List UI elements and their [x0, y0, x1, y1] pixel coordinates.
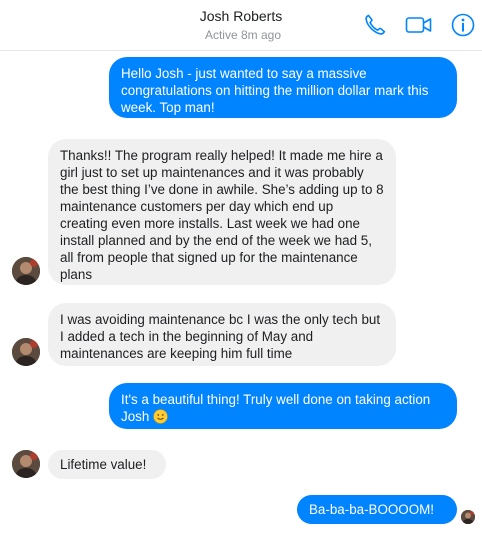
- outgoing-message[interactable]: It's a beautiful thing! Truly well done …: [109, 383, 457, 429]
- message-text: Thanks!! The program really helped! It m…: [60, 148, 384, 282]
- incoming-message[interactable]: Lifetime value!: [48, 450, 166, 479]
- contact-avatar[interactable]: [12, 450, 40, 478]
- slightly-smiling-face-icon: [153, 409, 168, 424]
- outgoing-message[interactable]: Hello Josh - just wanted to say a massiv…: [109, 57, 457, 118]
- phone-icon[interactable]: [362, 12, 388, 38]
- info-icon[interactable]: [450, 12, 476, 38]
- outgoing-message[interactable]: Ba-ba-ba-BOOOOM!: [297, 495, 457, 524]
- contact-avatar[interactable]: [12, 338, 40, 366]
- message-text: Lifetime value!: [60, 457, 147, 472]
- conversation-header: Josh Roberts Active 8m ago: [0, 0, 482, 51]
- message-text: Ba-ba-ba-BOOOOM!: [309, 502, 435, 517]
- contact-avatar[interactable]: [12, 257, 40, 285]
- read-receipt-avatar: [461, 510, 475, 524]
- message-text: I was avoiding maintenance bc I was the …: [60, 312, 381, 361]
- incoming-message[interactable]: I was avoiding maintenance bc I was the …: [48, 303, 396, 366]
- incoming-message[interactable]: Thanks!! The program really helped! It m…: [48, 139, 396, 285]
- video-camera-icon[interactable]: [405, 12, 432, 38]
- message-text: Hello Josh - just wanted to say a massiv…: [121, 66, 429, 115]
